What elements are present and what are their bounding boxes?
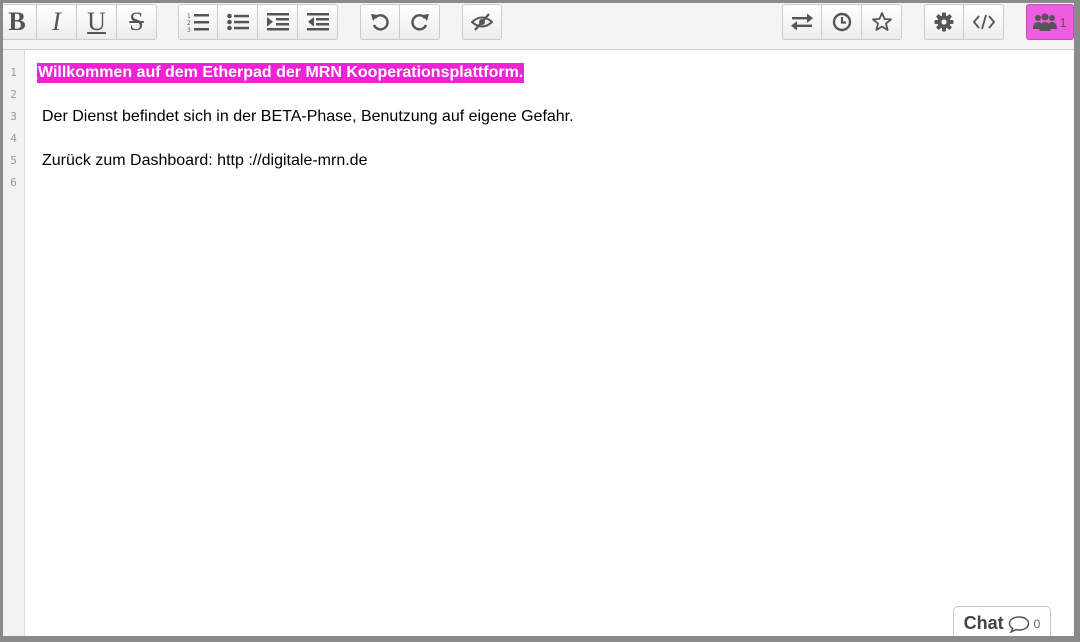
redo-button[interactable] <box>400 4 440 40</box>
timeslider-icon <box>832 12 851 32</box>
bold-button[interactable]: B <box>3 4 37 40</box>
line-number: 4 <box>10 132 17 145</box>
clear-authorship-button[interactable] <box>462 4 502 40</box>
editor-line[interactable]: Willkommen auf dem Etherpad der MRN Koop… <box>37 63 525 83</box>
chat-label: Chat <box>963 613 1004 633</box>
users-count: 1 <box>1059 14 1067 30</box>
undo-icon <box>371 14 389 31</box>
settings-group <box>924 4 1004 40</box>
svg-text:1: 1 <box>187 13 191 20</box>
unordered-list-button[interactable] <box>218 4 258 40</box>
line-number: 5 <box>10 154 17 167</box>
users-button[interactable]: 1 <box>1026 4 1074 40</box>
eye-slash-icon <box>471 13 493 31</box>
pad-tools-group <box>782 4 902 40</box>
line-number: 2 <box>10 88 17 101</box>
underline-icon: U <box>87 7 106 36</box>
italic-icon: I <box>52 7 61 36</box>
chat-button[interactable]: Chat 0 <box>953 606 1051 636</box>
undo-button[interactable] <box>360 4 400 40</box>
svg-text:3: 3 <box>187 27 191 32</box>
history-group <box>360 4 440 40</box>
embed-button[interactable] <box>964 4 1004 40</box>
unordered-list-icon <box>226 13 249 31</box>
outdent-icon <box>306 13 329 31</box>
line-number: 1 <box>10 66 17 79</box>
ordered-list-button[interactable]: 1 2 3 <box>178 4 218 40</box>
import-export-icon <box>791 13 813 31</box>
highlighted-heading: Willkommen auf dem Etherpad der MRN Koop… <box>37 63 525 83</box>
chat-unread-count: 0 <box>1033 616 1041 631</box>
indent-icon <box>266 13 289 31</box>
svg-text:2: 2 <box>187 20 191 27</box>
indent-button[interactable] <box>258 4 298 40</box>
timeslider-button[interactable] <box>822 4 862 40</box>
strikethrough-button[interactable]: S <box>117 4 157 40</box>
embed-icon <box>972 14 995 30</box>
list-group: 1 2 3 <box>178 4 338 40</box>
line-number-gutter: 1 2 3 4 5 6 <box>3 50 25 636</box>
visibility-group <box>462 4 502 40</box>
etherpad-window: B I U S 1 2 3 1 1 2 3 4 5 6 Willkommen a… <box>3 3 1074 636</box>
users-icon <box>1033 13 1058 31</box>
redo-icon <box>410 14 429 31</box>
outdent-button[interactable] <box>298 4 338 40</box>
star-icon <box>871 12 892 31</box>
underline-button[interactable]: U <box>77 4 117 40</box>
editor-line[interactable]: Zurück zum Dashboard: http ://digitale-m… <box>42 152 367 170</box>
line-number: 6 <box>10 176 17 189</box>
speech-bubble-icon <box>1008 615 1029 633</box>
editbar: B I U S 1 2 3 1 <box>3 3 1074 50</box>
star-button[interactable] <box>862 4 902 40</box>
editor-line[interactable]: Der Dienst befindet sich in der BETA-Pha… <box>42 108 574 126</box>
italic-button[interactable]: I <box>37 4 77 40</box>
line-number: 3 <box>10 110 17 123</box>
strikethrough-icon: S <box>129 7 144 36</box>
gear-icon <box>934 12 954 32</box>
import-export-button[interactable] <box>782 4 822 40</box>
format-group: B I U S <box>3 4 157 40</box>
ordered-list-icon: 1 2 3 <box>187 13 209 32</box>
bold-icon: B <box>8 7 26 36</box>
settings-button[interactable] <box>924 4 964 40</box>
